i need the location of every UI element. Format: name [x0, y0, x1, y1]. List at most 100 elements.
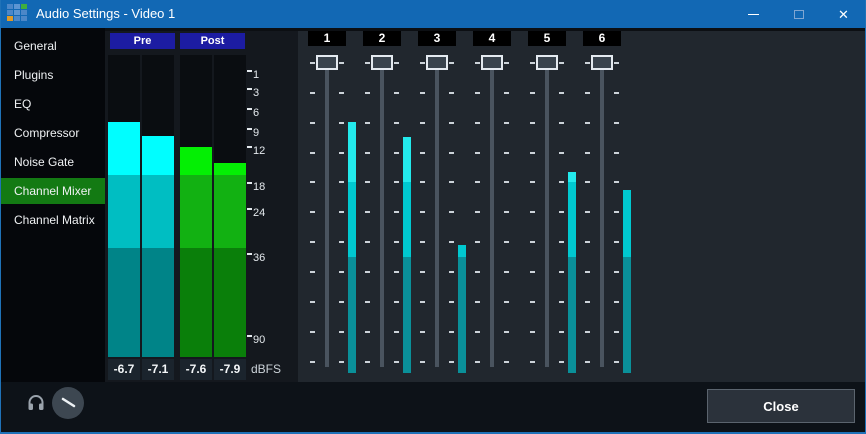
pre-meter-fill — [108, 248, 140, 357]
app-icon-cell — [21, 4, 27, 9]
headphones-icon[interactable] — [26, 392, 46, 412]
channel-tick — [310, 271, 315, 273]
channel-slider-handle-1[interactable] — [316, 55, 338, 70]
channel-tick — [559, 211, 564, 213]
channel-tick — [449, 241, 454, 243]
channel-slider-track-5[interactable] — [545, 57, 549, 367]
scale-tick-90: 90 — [247, 335, 265, 346]
channel-tick — [530, 271, 535, 273]
app-icon-cell — [21, 10, 27, 15]
channel-tick — [585, 92, 590, 94]
channel-tick — [475, 361, 480, 363]
post-meter-fill — [180, 175, 212, 248]
channel-slider-track-3[interactable] — [435, 57, 439, 367]
channel-tick — [310, 62, 315, 64]
channel-tick — [420, 271, 425, 273]
channel-tick — [559, 301, 564, 303]
sidebar-item-compressor[interactable]: Compressor — [0, 120, 105, 146]
channel-tick — [530, 301, 535, 303]
channel-tick — [420, 211, 425, 213]
channel-tick — [504, 122, 509, 124]
channel-tick — [365, 211, 370, 213]
channel-slider-handle-3[interactable] — [426, 55, 448, 70]
channel-tick — [475, 241, 480, 243]
channel-slider-track-6[interactable] — [600, 57, 604, 367]
channel-tick — [475, 152, 480, 154]
channel-tick — [365, 122, 370, 124]
channel-slider-handle-5[interactable] — [536, 55, 558, 70]
channel-tick — [585, 271, 590, 273]
channel-tick — [394, 361, 399, 363]
sidebar-item-noise-gate[interactable]: Noise Gate — [0, 149, 105, 175]
channel-tick — [449, 211, 454, 213]
channel-tick — [614, 181, 619, 183]
channel-tick — [339, 331, 344, 333]
sidebar-item-channel-matrix[interactable]: Channel Matrix — [0, 207, 105, 233]
channel-number-6: 6 — [583, 31, 621, 46]
channel-slider-handle-6[interactable] — [591, 55, 613, 70]
headphone-volume-knob[interactable] — [52, 387, 84, 419]
channel-meter-2 — [403, 137, 411, 182]
knob-pointer-icon — [52, 387, 84, 419]
channel-tick — [420, 241, 425, 243]
channel-tick — [449, 92, 454, 94]
channel-tick — [530, 152, 535, 154]
channel-tick — [394, 92, 399, 94]
app-icon-cell — [7, 10, 13, 15]
channel-slider-handle-4[interactable] — [481, 55, 503, 70]
channel-slider-track-4[interactable] — [490, 57, 494, 367]
channel-tick — [559, 181, 564, 183]
channel-slider-handle-2[interactable] — [371, 55, 393, 70]
channel-tick — [394, 271, 399, 273]
pre-meter-fill — [142, 248, 174, 357]
channel-tick — [504, 361, 509, 363]
scale-tick-mark — [247, 335, 252, 337]
channel-tick — [420, 92, 425, 94]
app-icon-cell — [14, 16, 20, 21]
channel-tick — [530, 331, 535, 333]
scale-tick-mark — [247, 146, 252, 148]
sidebar-item-eq[interactable]: EQ — [0, 91, 105, 117]
channel-tick — [310, 301, 315, 303]
channel-tick — [504, 241, 509, 243]
channel-tick — [365, 301, 370, 303]
channel-slider-track-2[interactable] — [380, 57, 384, 367]
channel-tick — [530, 241, 535, 243]
channel-tick — [394, 152, 399, 154]
channel-tick — [475, 331, 480, 333]
post-meter-header: Post — [180, 33, 245, 49]
channel-tick — [339, 152, 344, 154]
close-window-button[interactable]: ✕ — [821, 0, 866, 28]
minimize-icon — [748, 14, 759, 15]
post-meter-fill — [180, 248, 212, 357]
scale-tick-label: 24 — [253, 208, 265, 219]
channel-tick — [365, 361, 370, 363]
pre-level-readout: -7.1 — [142, 359, 174, 380]
channel-tick — [614, 301, 619, 303]
channel-tick — [339, 271, 344, 273]
channel-tick — [504, 301, 509, 303]
channel-meter-5 — [568, 172, 576, 182]
channel-slider-track-1[interactable] — [325, 57, 329, 367]
channel-tick — [310, 211, 315, 213]
channel-tick — [394, 301, 399, 303]
channel-tick — [530, 181, 535, 183]
channel-tick — [614, 211, 619, 213]
sidebar: General Plugins EQ Compressor Noise Gate Chan… — [0, 28, 105, 382]
channel-number-5: 5 — [528, 31, 566, 46]
channel-tick — [614, 92, 619, 94]
channel-meter-1 — [348, 182, 356, 257]
channel-tick — [420, 62, 425, 64]
channel-tick — [614, 271, 619, 273]
channel-tick — [559, 152, 564, 154]
close-button[interactable]: Close — [707, 389, 855, 423]
channel-tick — [365, 331, 370, 333]
channel-tick — [449, 271, 454, 273]
sidebar-item-general[interactable]: General — [0, 33, 105, 59]
channel-tick — [420, 181, 425, 183]
minimize-button[interactable] — [731, 0, 776, 28]
sidebar-item-plugins[interactable]: Plugins — [0, 62, 105, 88]
scale-tick-label: 36 — [253, 253, 265, 264]
sidebar-item-channel-mixer[interactable]: Channel Mixer — [0, 178, 105, 204]
channel-meter-3 — [458, 257, 466, 373]
